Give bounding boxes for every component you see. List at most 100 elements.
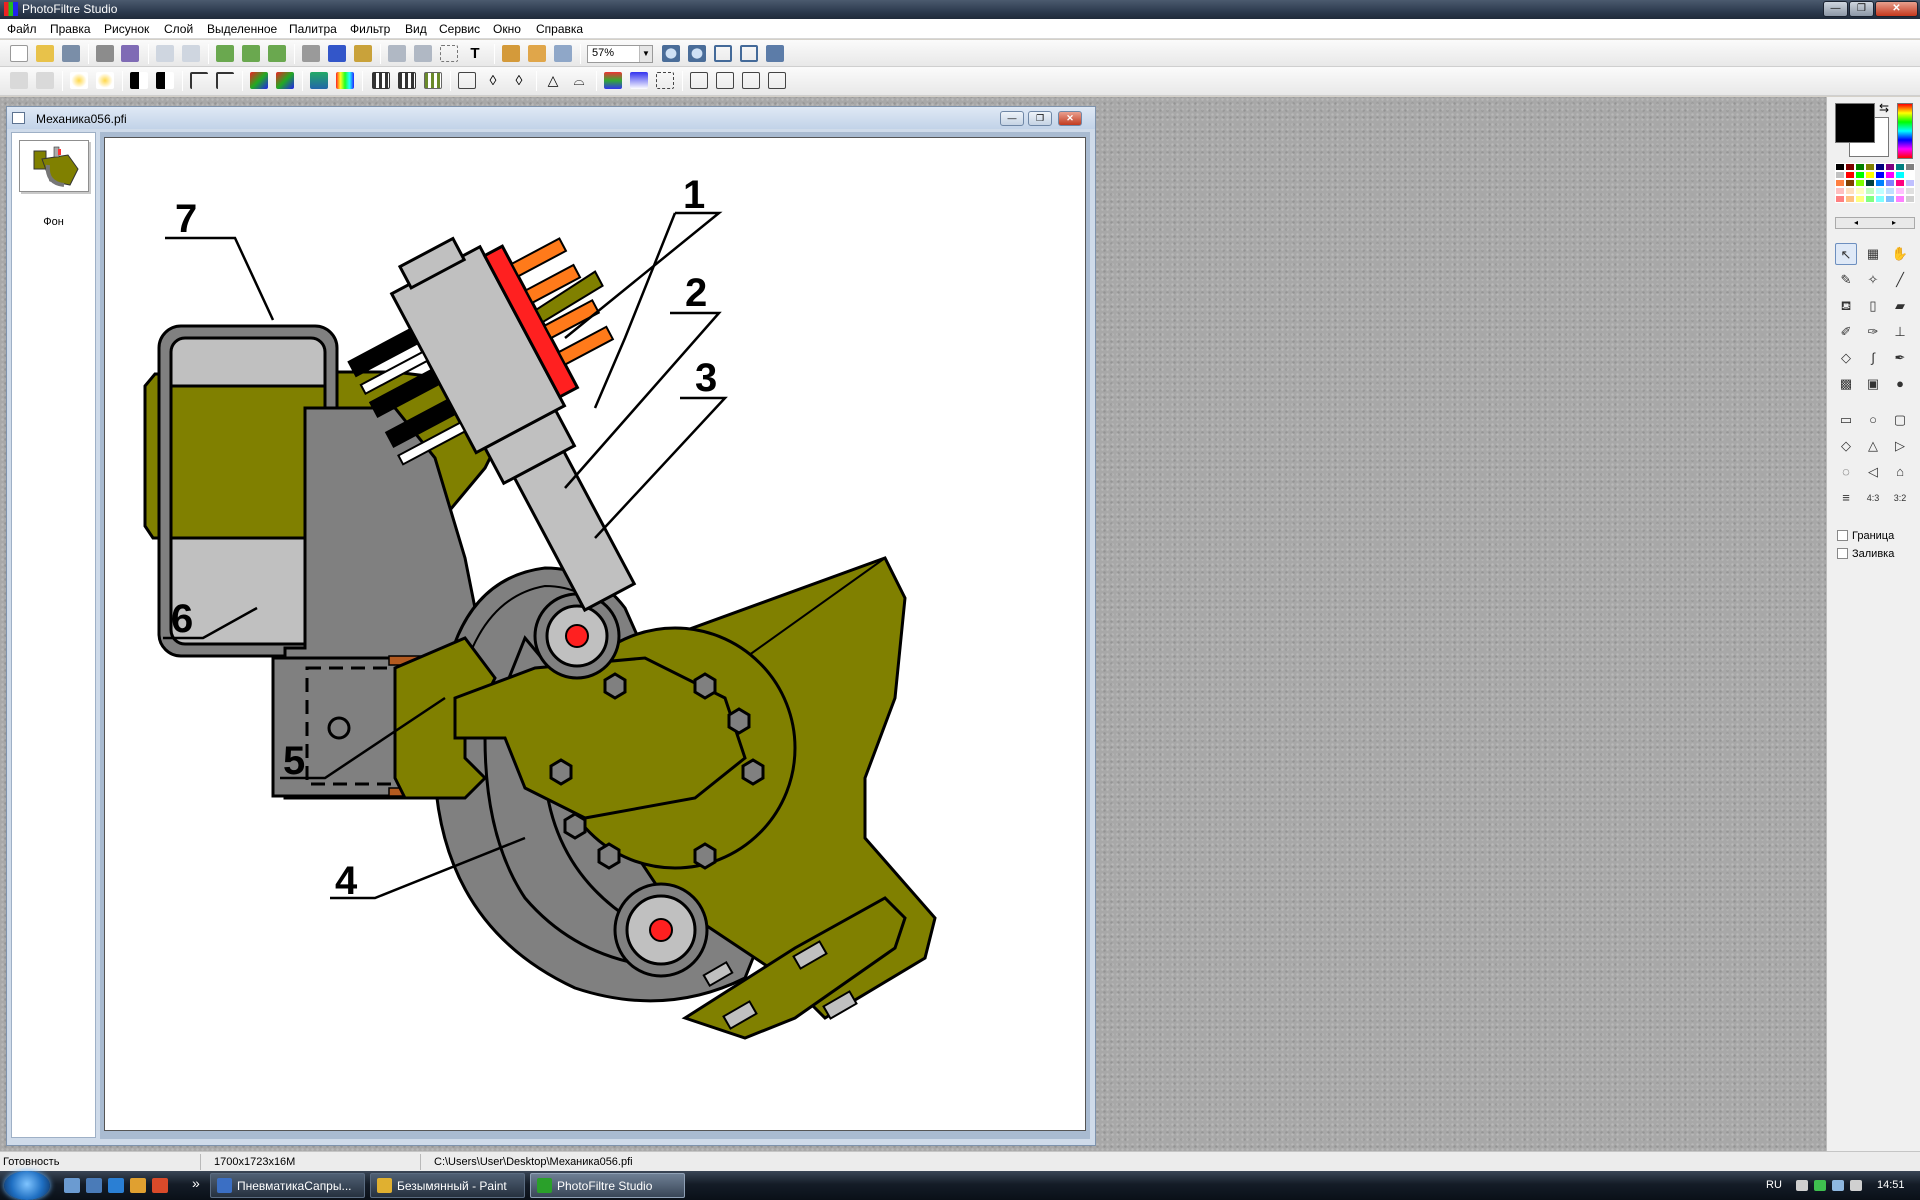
color-swatch[interactable] (1845, 195, 1855, 203)
clone-tool-icon[interactable]: ✒ (1889, 347, 1911, 369)
minimize-button[interactable]: — (1823, 1, 1848, 17)
color-swatch[interactable] (1865, 187, 1875, 195)
text-tool-icon[interactable]: T (466, 45, 484, 62)
stamp-tool-icon[interactable]: ⊥ (1889, 321, 1911, 343)
flip-vertical-icon[interactable] (716, 72, 734, 89)
blur-tool-icon[interactable]: ◇ (1835, 347, 1857, 369)
magic-wand-tool-icon[interactable]: ✧ (1862, 269, 1884, 291)
grayscale-icon[interactable] (302, 45, 320, 62)
hue-icon[interactable] (310, 72, 328, 89)
color-swatch[interactable] (1845, 171, 1855, 179)
brush-tool-icon[interactable]: ✐ (1835, 321, 1857, 343)
color-swatch[interactable] (1835, 179, 1845, 187)
effects-3-icon[interactable] (656, 72, 674, 89)
crop-icon[interactable] (440, 45, 458, 62)
paste-icon[interactable] (242, 45, 260, 62)
document-close-button[interactable]: ✕ (1058, 111, 1082, 126)
menu-layer[interactable]: Слой (164, 22, 193, 36)
zoom-select[interactable]: 57% ▼ (587, 45, 653, 63)
color-swatch[interactable] (1845, 179, 1855, 187)
start-button[interactable] (4, 1171, 50, 1200)
plugins-icon[interactable] (528, 45, 546, 62)
color-swatch[interactable] (1835, 187, 1845, 195)
color-swatch[interactable] (1895, 187, 1905, 195)
clock[interactable]: 14:51 (1877, 1179, 1905, 1191)
diamond-shape-icon[interactable]: ◇ (1835, 435, 1857, 457)
line-width-icon[interactable]: ≡ (1835, 487, 1857, 509)
color-swatch[interactable] (1885, 163, 1895, 171)
tray-arrow-icon[interactable] (1796, 1180, 1808, 1191)
image-size-icon[interactable] (388, 45, 406, 62)
tray-monitor-icon[interactable] (1832, 1180, 1844, 1191)
menu-selection[interactable]: Выделенное (207, 22, 277, 36)
color-swatch[interactable] (1895, 163, 1905, 171)
menu-file[interactable]: Файл (7, 22, 37, 36)
close-button[interactable]: ✕ (1875, 1, 1918, 17)
transparency-icon[interactable] (354, 45, 372, 62)
sharpen-icon[interactable] (458, 72, 476, 89)
color-swatch[interactable] (1845, 163, 1855, 171)
tray-volume-icon[interactable] (1850, 1180, 1862, 1191)
menu-image[interactable]: Рисунок (104, 22, 149, 36)
pattern-tool-icon[interactable]: ▩ (1835, 373, 1857, 395)
color-swatch[interactable] (1855, 195, 1865, 203)
color-swatch[interactable] (1855, 171, 1865, 179)
scroll-right-icon[interactable]: ▸ (1892, 218, 1896, 227)
color-swatch[interactable] (1855, 163, 1865, 171)
color-swatches[interactable] (1835, 163, 1915, 211)
swatch-scrollbar[interactable]: ◂ ▸ (1835, 217, 1915, 229)
color-swatch[interactable] (1885, 179, 1895, 187)
contrast-plus-icon[interactable] (156, 72, 174, 89)
new-file-icon[interactable] (10, 45, 28, 62)
menu-edit[interactable]: Правка (50, 22, 91, 36)
auto-levels-icon[interactable] (10, 72, 28, 89)
task-photofiltre[interactable]: PhotoFiltre Studio (530, 1173, 685, 1198)
color-swatch[interactable] (1865, 171, 1875, 179)
document-maximize-button[interactable]: ❐ (1028, 111, 1052, 126)
media-player-icon[interactable] (108, 1178, 124, 1193)
warp-triangle-icon[interactable]: △ (544, 72, 562, 89)
document-minimize-button[interactable]: — (1000, 111, 1024, 126)
soften-drop-icon[interactable]: ◊ (510, 72, 528, 89)
color-swatch[interactable] (1875, 179, 1885, 187)
rounded-rectangle-shape-icon[interactable]: ▢ (1889, 409, 1911, 431)
lasso-shape-icon[interactable]: ◌ (1835, 461, 1857, 483)
color-swatch[interactable] (1905, 171, 1915, 179)
eraser-tool-icon[interactable]: ▰ (1889, 295, 1911, 317)
color-swatch[interactable] (1855, 187, 1865, 195)
color-swatch[interactable] (1905, 163, 1915, 171)
color-swatch[interactable] (1895, 171, 1905, 179)
color-swatch[interactable] (1895, 195, 1905, 203)
copy-icon[interactable] (216, 45, 234, 62)
undo-icon[interactable] (156, 45, 174, 62)
brightness-plus-icon[interactable] (96, 72, 114, 89)
save-file-icon[interactable] (62, 45, 80, 62)
rectangle-shape-icon[interactable]: ▭ (1835, 409, 1857, 431)
color-swatch[interactable] (1865, 195, 1875, 203)
task-word[interactable]: ПневматикаСапры... (210, 1173, 365, 1198)
fill-checkbox-box[interactable] (1837, 548, 1848, 559)
color-swatch[interactable] (1905, 179, 1915, 187)
color-swatch[interactable] (1885, 171, 1895, 179)
polygon-shape-icon[interactable]: ◁ (1862, 461, 1884, 483)
smudge-tool-icon[interactable]: ∫ (1862, 347, 1884, 369)
menu-tools[interactable]: Сервис (439, 22, 480, 36)
color-swatch[interactable] (1895, 179, 1905, 187)
color-swatch[interactable] (1845, 187, 1855, 195)
layer-thumbnail[interactable] (19, 140, 89, 192)
selection-tool-icon[interactable]: ▦ (1862, 243, 1884, 265)
portrait-tool-icon[interactable]: ▣ (1862, 373, 1884, 395)
menu-filter[interactable]: Фильтр (350, 22, 390, 36)
color-swatch[interactable] (1885, 187, 1895, 195)
auto-contrast-icon[interactable] (36, 72, 54, 89)
effects-1-icon[interactable] (604, 72, 622, 89)
gamma-minus-icon[interactable] (190, 72, 208, 89)
blur-drop-icon[interactable]: ◊ (484, 72, 502, 89)
color-swatch[interactable] (1905, 187, 1915, 195)
pointer-tool-icon[interactable]: ↖ (1835, 243, 1857, 265)
gamma-plus-icon[interactable] (216, 72, 234, 89)
tray-network-icon[interactable] (1814, 1180, 1826, 1191)
menu-palette[interactable]: Палитра (289, 22, 337, 36)
window-switch-icon[interactable] (86, 1178, 102, 1193)
browser-quicklaunch-icon[interactable] (152, 1178, 168, 1193)
